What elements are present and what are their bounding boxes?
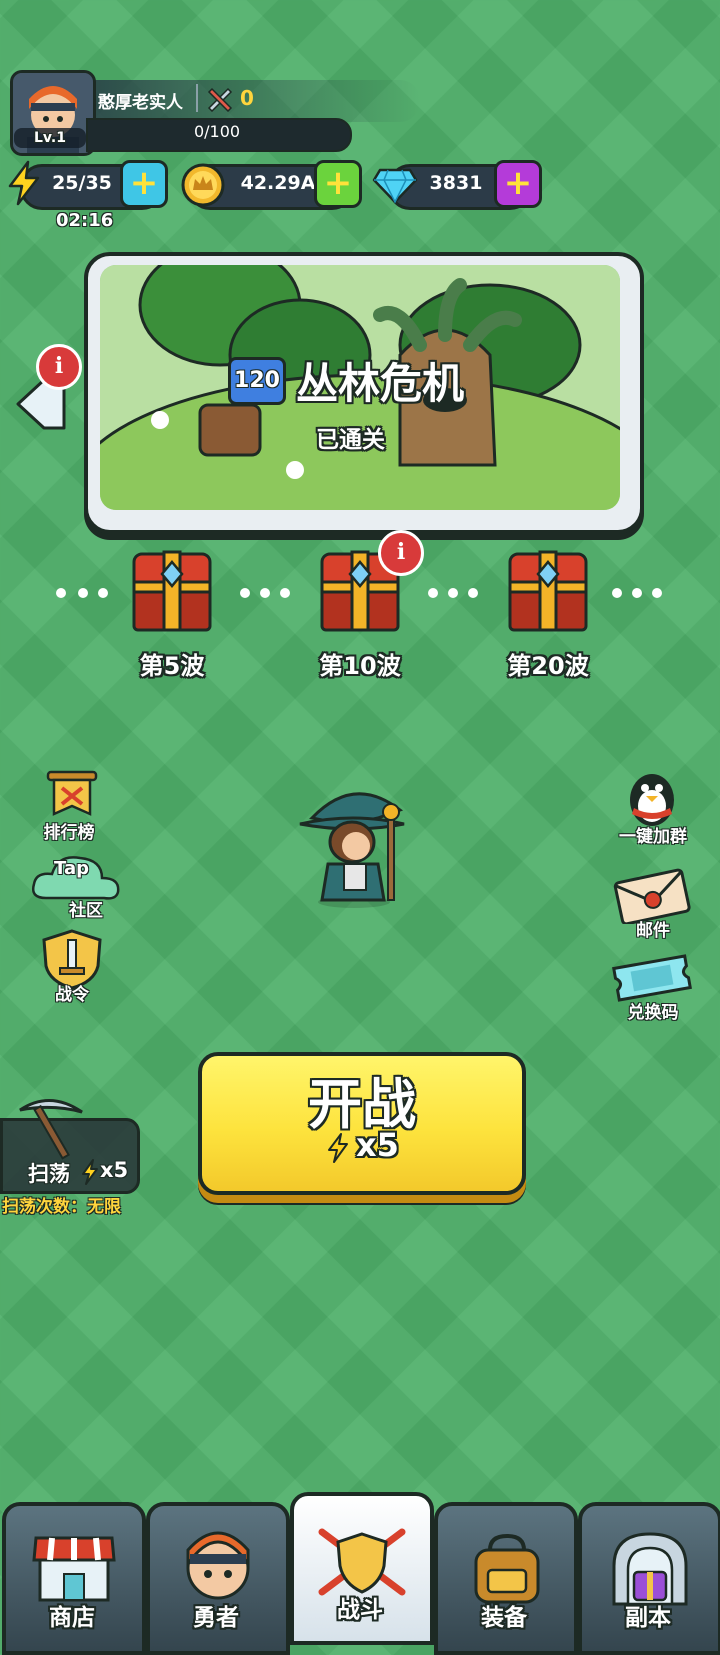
stage-number: 120 [228, 357, 286, 405]
progress-dot [240, 588, 250, 598]
sweep-cost: x5 [100, 1158, 129, 1182]
community-button[interactable]: Tap 社区 [14, 852, 130, 921]
tab-hero[interactable] [146, 1502, 290, 1655]
join-group-button[interactable]: 一键加群 [598, 766, 708, 847]
hero-head-icon [186, 1531, 250, 1600]
diamond-icon [372, 168, 418, 204]
sweep-count: 扫荡次数：无限 [2, 1197, 121, 1217]
tab-shop[interactable] [2, 1502, 146, 1655]
mail-button[interactable]: 邮件 [598, 868, 708, 941]
exp-text: 0/100 [193, 122, 241, 141]
treasure-chest-icon [508, 550, 588, 632]
progress-dot [448, 588, 458, 598]
wave-label: 第10波 [319, 652, 401, 680]
player-name: 憨厚老实人 [98, 93, 183, 113]
treasure-chest-icon [132, 550, 212, 632]
progress-dot [280, 588, 290, 598]
hero-character [292, 784, 418, 910]
start-battle-cost: x5 [356, 1126, 399, 1164]
ranking-button[interactable]: 排行榜 [14, 768, 130, 843]
pickaxe-icon [19, 1099, 83, 1160]
wave-5-chest[interactable] [130, 548, 214, 638]
tab-battle-label: 战斗 [337, 1597, 383, 1623]
stage-status: 已通关 [316, 427, 385, 453]
energy-plus-button[interactable]: + [120, 160, 168, 208]
tab-equipment[interactable] [434, 1502, 578, 1655]
redeem-label: 兑换码 [627, 1003, 679, 1023]
power-value: 0 [240, 86, 254, 110]
mail-label: 邮件 [636, 921, 670, 941]
progress-dot [612, 588, 622, 598]
trophy-banner-icon [46, 770, 98, 816]
ranking-label: 排行榜 [43, 823, 95, 843]
tab-hero-label: 勇者 [193, 1605, 239, 1631]
backpack-icon [474, 1533, 540, 1604]
redeem-code-button[interactable]: 兑换码 [598, 952, 708, 1024]
wave-10-info-badge-icon: i [378, 530, 424, 576]
progress-dot [468, 588, 478, 598]
wave-label: 第20波 [507, 652, 589, 680]
gem-value: 3831 [429, 172, 483, 194]
stage-title: 丛林危机 [296, 359, 465, 408]
progress-dot [78, 588, 88, 598]
progress-dot [56, 588, 66, 598]
progress-dot [260, 588, 270, 598]
progress-dot [98, 588, 108, 598]
gold-coin-icon [181, 163, 225, 207]
wizard-hero-icon [299, 792, 405, 908]
wave-20-chest[interactable] [506, 548, 590, 638]
battle-shield-icon [318, 1528, 406, 1596]
gold-value: 42.29A [240, 172, 316, 194]
battle-pass-label: 战令 [55, 985, 89, 1005]
power-swords-icon [207, 87, 233, 112]
battle-pass-button[interactable]: 战令 [14, 928, 130, 1008]
gold-plus-button[interactable]: + [314, 160, 362, 208]
info-badge-icon: i [36, 344, 82, 390]
tab-dungeon-label: 副本 [625, 1605, 671, 1631]
wave-label: 第5波 [139, 652, 205, 680]
player-level: Lv.1 [14, 128, 86, 148]
tab-shop-label: 商店 [49, 1605, 95, 1631]
join-group-label: 一键加群 [619, 827, 687, 847]
gem-plus-button[interactable]: + [494, 160, 542, 208]
community-label: 社区 [69, 901, 103, 921]
energy-timer: 02:16 [56, 210, 114, 231]
lightning-icon [82, 1159, 98, 1185]
progress-dot [632, 588, 642, 598]
ticket-icon [612, 954, 692, 1002]
progress-dot [652, 588, 662, 598]
name-divider [196, 84, 198, 112]
progress-dot [428, 588, 438, 598]
lightning-icon [328, 1133, 348, 1163]
penguin-icon [630, 774, 674, 826]
sweep-label: 扫荡 [28, 1162, 70, 1186]
shop-icon [32, 1536, 116, 1602]
energy-value: 25/35 [52, 172, 112, 194]
tab-dungeon[interactable] [578, 1502, 720, 1655]
tap-logo-text: Tap [54, 858, 89, 879]
tab-equipment-label: 装备 [481, 1605, 527, 1631]
lightning-icon [8, 160, 40, 206]
dungeon-gate-icon [612, 1532, 688, 1606]
